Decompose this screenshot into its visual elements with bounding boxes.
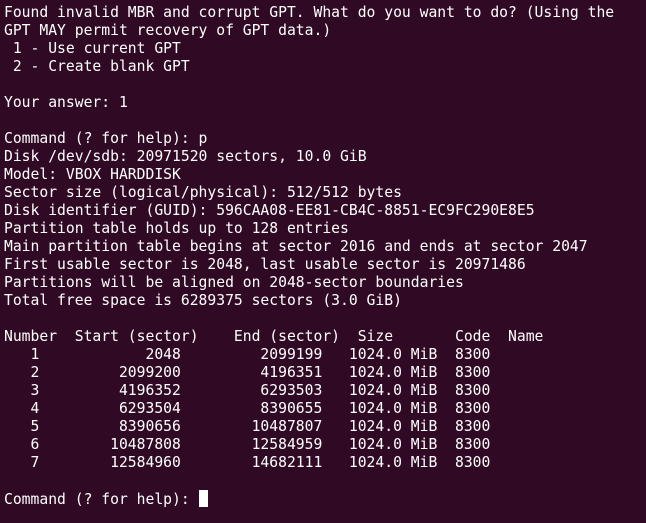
- partition-row: 3 4196352 6293503 1024.0 MiB 8300: [4, 382, 509, 399]
- partition-row: 5 8390656 10487807 1024.0 MiB 8300: [4, 418, 509, 435]
- partition-row: 4 6293504 8390655 1024.0 MiB 8300: [4, 400, 509, 417]
- command-prompt-line[interactable]: Command (? for help):: [4, 490, 646, 508]
- output-line: Sector size (logical/physical): 512/512 …: [4, 184, 402, 201]
- output-line: Partition table holds up to 128 entries: [4, 220, 349, 237]
- output-line: Command (? for help): p: [4, 130, 208, 147]
- output-line: First usable sector is 2048, last usable…: [4, 256, 526, 273]
- output-line: Partitions will be aligned on 2048-secto…: [4, 274, 464, 291]
- partition-row: 7 12584960 14682111 1024.0 MiB 8300: [4, 454, 509, 471]
- output-line: Found invalid MBR and corrupt GPT. What …: [4, 4, 615, 21]
- output-line: Your answer: 1: [4, 94, 128, 111]
- output-line: GPT MAY permit recovery of GPT data.): [4, 22, 332, 39]
- output-line: Total free space is 6289375 sectors (3.0…: [4, 292, 402, 309]
- output-line: 2 - Create blank GPT: [4, 58, 190, 75]
- output-line: 1 - Use current GPT: [4, 40, 181, 57]
- output-line: Disk identifier (GUID): 596CAA08-EE81-CB…: [4, 202, 535, 219]
- terminal-window[interactable]: Found invalid MBR and corrupt GPT. What …: [0, 0, 646, 523]
- partition-table-header: Number Start (sector) End (sector) Size …: [4, 328, 544, 345]
- text-cursor[interactable]: [198, 490, 208, 507]
- output-line: Model: VBOX HARDDISK: [4, 166, 181, 183]
- output-line: Disk /dev/sdb: 20971520 sectors, 10.0 Gi…: [4, 148, 367, 165]
- output-line: Main partition table begins at sector 20…: [4, 238, 588, 255]
- partition-row: 1 2048 2099199 1024.0 MiB 8300: [4, 346, 509, 363]
- partition-row: 2 2099200 4196351 1024.0 MiB 8300: [4, 364, 509, 381]
- command-prompt: Command (? for help):: [4, 491, 199, 508]
- partition-row: 6 10487808 12584959 1024.0 MiB 8300: [4, 436, 509, 453]
